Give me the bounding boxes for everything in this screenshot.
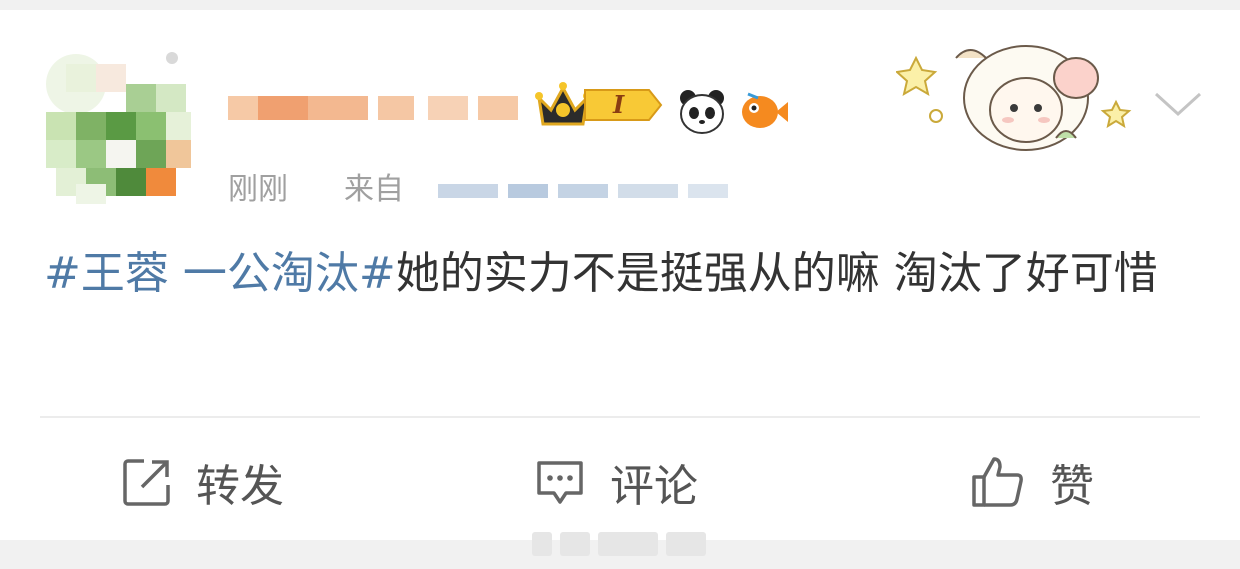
username-blurred [228, 96, 258, 120]
level-badge-text: I [613, 90, 625, 119]
source-blurred [508, 184, 548, 198]
repost-icon [123, 459, 170, 506]
watermark-blurred [532, 532, 552, 556]
source-blurred [558, 184, 608, 198]
post-meta: 刚刚 来自 [228, 170, 788, 210]
comment-button[interactable]: 评论 [534, 450, 698, 514]
source-blurred [688, 184, 728, 198]
post-text: #王蓉 一公淘汰#她的实力不是挺强从的嘛 淘汰了好可惜 [44, 246, 1204, 302]
user-avatar[interactable] [36, 44, 196, 209]
comment-label: 评论 [610, 461, 698, 512]
level-badge: I [583, 88, 663, 122]
panda-badge-icon [680, 90, 724, 134]
like-label: 赞 [1050, 461, 1094, 512]
username-row[interactable]: I [228, 76, 808, 140]
watermark-blurred [598, 532, 658, 556]
weibo-post-card: I 刚刚 来自 #王蓉 一公淘汰#她的实力不是挺强从的嘛 淘汰了好可惜 转发 评… [0, 10, 1240, 540]
chevron-down-icon[interactable] [1150, 82, 1206, 122]
watermark-blurred [666, 532, 706, 556]
username-blurred [428, 96, 468, 120]
post-body: 她的实力不是挺强从的嘛 淘汰了好可惜 [395, 248, 1158, 299]
avatar-image [46, 52, 191, 204]
thumbs-up-icon [972, 457, 1023, 507]
username-blurred [258, 96, 308, 120]
hashtag-link[interactable]: #王蓉 一公淘汰# [44, 248, 396, 299]
fish-badge-icon [742, 92, 788, 128]
source-blurred [438, 184, 498, 198]
username-blurred [378, 96, 414, 120]
repost-label: 转发 [196, 461, 284, 512]
username-blurred [308, 96, 368, 120]
divider [40, 416, 1200, 418]
like-button[interactable]: 赞 [970, 450, 1094, 514]
comment-icon [537, 461, 583, 504]
source-blurred [618, 184, 678, 198]
repost-button[interactable]: 转发 [122, 450, 284, 514]
post-time: 刚刚 [228, 172, 288, 207]
username-blurred [478, 96, 518, 120]
source-prefix: 来自 [344, 172, 404, 207]
card-decoration [896, 45, 1132, 151]
watermark-blurred [560, 532, 590, 556]
